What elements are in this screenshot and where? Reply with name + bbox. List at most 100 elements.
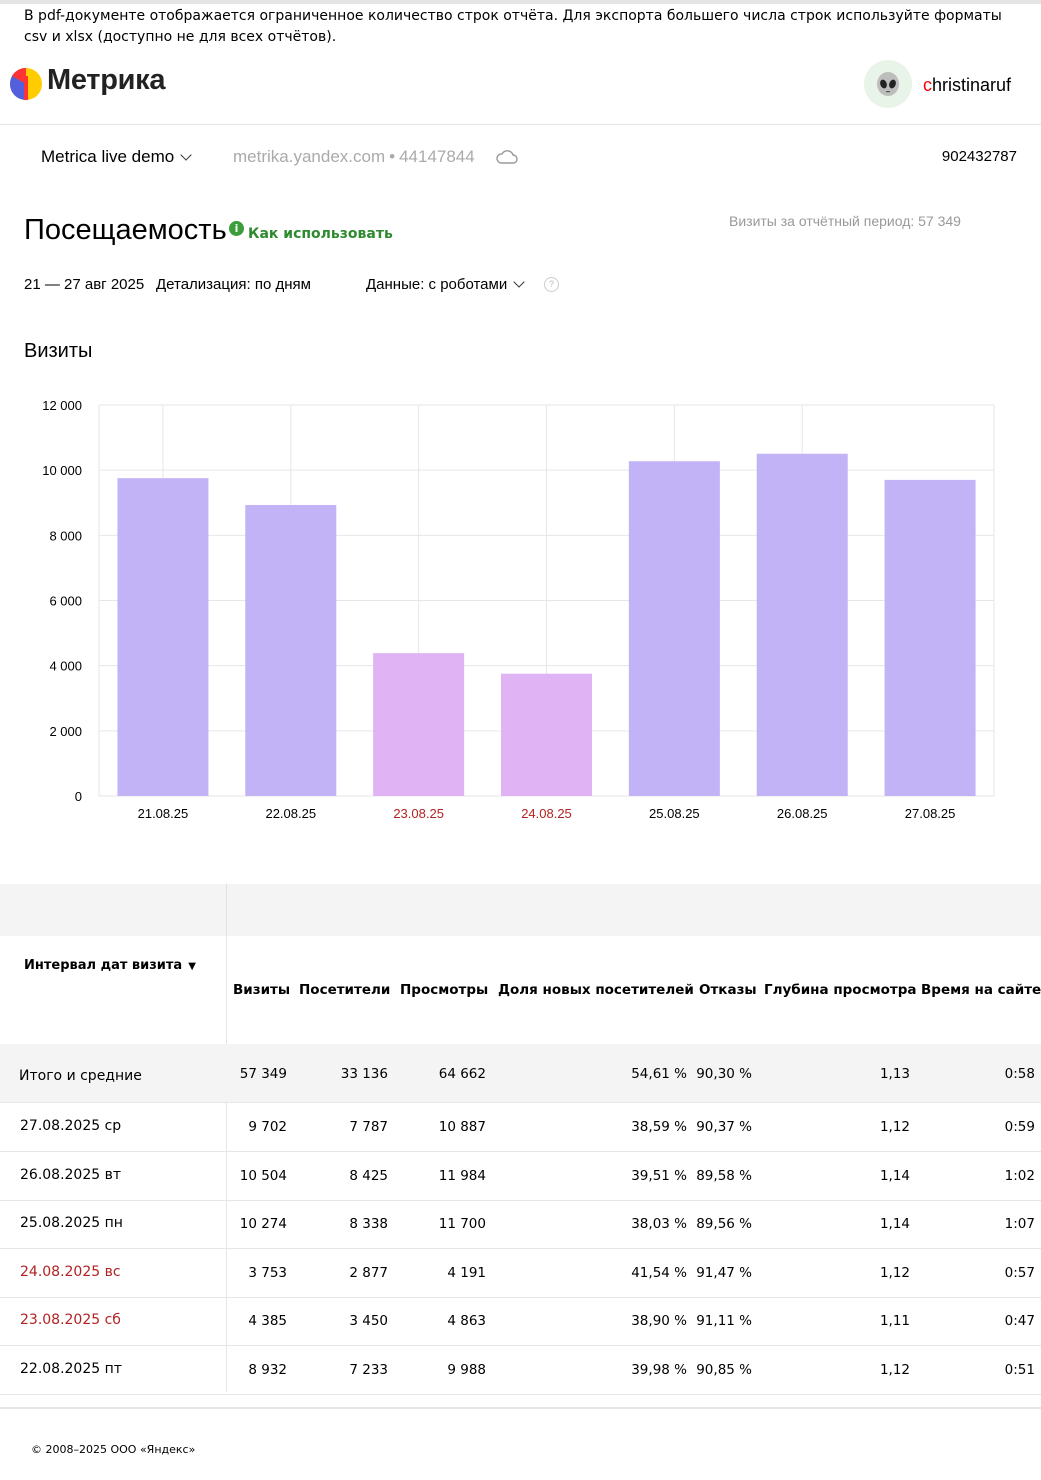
x-tick-label: 24.08.25 (521, 806, 572, 821)
username[interactable]: christinaruf (923, 75, 1011, 96)
table-cell: 1,11 (879, 1313, 910, 1329)
table-cell: 1:07 (1004, 1216, 1035, 1232)
table-row[interactable]: 23.08.2025 сб 4 385 3 450 4 863 38,90 % 91,11… (0, 1297, 1041, 1346)
username-first-letter: c (923, 75, 932, 95)
username-rest: hristinaruf (932, 75, 1012, 95)
table-cell: 4 863 (447, 1313, 486, 1329)
table-cell: 38,03 % (631, 1216, 687, 1232)
robots-selector[interactable]: Данные: с роботами (366, 276, 525, 293)
counter-id: 44147844 (399, 147, 475, 166)
visits-bar-chart: 0 2 000 4 000 6 000 8 000 10 000 12 000 21.08.2… (42, 398, 995, 821)
chart-title: Визиты (24, 340, 93, 362)
visits-total: Визиты за отчётный период: 57 349 (729, 213, 961, 229)
bar[interactable] (756, 453, 848, 796)
bar[interactable] (884, 479, 976, 796)
table-cell: 4 385 (248, 1313, 287, 1329)
bar[interactable] (373, 653, 465, 796)
table-row[interactable]: 22.08.2025 пт 8 932 7 233 9 988 39,98 % 90,85… (0, 1346, 1041, 1395)
footer-divider (0, 1407, 1041, 1409)
bar[interactable] (117, 478, 209, 796)
x-tick-label: 27.08.25 (905, 806, 956, 821)
column-header[interactable]: Просмотры (400, 982, 488, 998)
column-header[interactable]: Посетители (299, 982, 390, 998)
table-cell: 11 984 (438, 1167, 486, 1184)
table-cell: 2 877 (349, 1264, 388, 1281)
column-header[interactable]: Отказы (699, 982, 757, 998)
table-cell: 0:58 (1004, 1066, 1035, 1082)
table-cell: 39,98 % (631, 1361, 687, 1378)
y-tick-label: 4 000 (49, 659, 82, 674)
table-cell: 9 988 (447, 1361, 486, 1378)
table-cell: 8 425 (349, 1167, 388, 1184)
y-tick-label: 0 (75, 789, 82, 804)
table-cell: 0:47 (1004, 1313, 1035, 1329)
table-cell: 64 662 (438, 1066, 486, 1082)
chevron-down-icon (180, 149, 192, 161)
metrika-logo-icon[interactable] (10, 68, 42, 100)
table-row[interactable]: 26.08.2025 вт 10 504 8 425 11 984 39,51 % 89,… (0, 1152, 1041, 1201)
y-tick-label: 6 000 (49, 594, 82, 609)
table-cell: 90,30 % (696, 1066, 752, 1082)
x-tick-label: 25.08.25 (649, 806, 700, 821)
table-cell: 1,14 (879, 1167, 910, 1184)
logo-text[interactable]: Метрика (47, 64, 166, 97)
table-cell: 10 274 (239, 1216, 287, 1232)
counter-selector[interactable]: Metrica live demo (41, 147, 192, 167)
table-row[interactable]: 25.08.2025 пн 10 274 8 338 11 700 38,03 % 89,… (0, 1200, 1041, 1249)
table-cell: 4 191 (447, 1264, 486, 1281)
sort-arrow-icon[interactable]: ▼ (188, 961, 196, 972)
table-cell: 3 450 (349, 1313, 388, 1329)
page-title: Посещаемость (24, 214, 227, 246)
table-cell: 39,51 % (631, 1167, 687, 1184)
table-cell: 90,85 % (696, 1361, 752, 1378)
x-tick-label: 22.08.25 (265, 806, 316, 821)
avatar[interactable] (864, 60, 912, 108)
howto-link[interactable]: i Как использовать (229, 220, 393, 242)
column-header[interactable]: Доля новых посетителей (498, 982, 694, 998)
table-cell: 33 136 (340, 1066, 388, 1082)
table-cell: 1,14 (879, 1216, 910, 1232)
alien-icon (877, 72, 899, 96)
help-icon[interactable]: ? (544, 277, 559, 292)
table-cell: 89,58 % (696, 1167, 752, 1184)
table-cell: 89,56 % (696, 1216, 752, 1232)
table-cell: 91,11 % (696, 1313, 752, 1329)
row-label: 23.08.2025 сб (20, 1312, 121, 1328)
cloud-icon (496, 150, 518, 164)
top-divider (0, 0, 1041, 4)
counter-separator: • (389, 147, 396, 166)
table-cell: 1,12 (879, 1264, 910, 1281)
info-icon: i (229, 221, 244, 236)
table-cell: 8 338 (349, 1216, 388, 1232)
detail-selector[interactable]: Детализация: по дням (156, 276, 311, 293)
table-cell: 7 233 (349, 1361, 388, 1378)
table-cell: 91,47 % (696, 1264, 752, 1281)
row-label: 24.08.2025 вс (20, 1263, 121, 1280)
counter-bar: Metrica live demo metrika.yandex.com • 441… (0, 140, 1041, 176)
column-header[interactable]: Глубина просмотра (764, 982, 917, 998)
table-cell: 8 932 (248, 1361, 287, 1378)
table-cell: 3 753 (248, 1264, 287, 1281)
table-cell: 1,12 (879, 1119, 910, 1135)
dimension-header-label: Интервал дат визита (24, 958, 183, 973)
table-row[interactable]: 27.08.2025 ср 9 702 7 787 10 887 38,59 % 90,3… (0, 1103, 1041, 1152)
bar[interactable] (245, 504, 337, 796)
bar[interactable] (501, 673, 592, 796)
date-range[interactable]: 21 — 27 авг 2025 (24, 276, 144, 293)
counter-site-info: metrika.yandex.com • 44147844 (233, 147, 475, 167)
y-tick-label: 12 000 (42, 398, 82, 413)
robots-label: Данные: с роботами (366, 276, 508, 293)
row-label: 22.08.2025 пт (20, 1360, 122, 1377)
totals-row[interactable]: Итого и средние 57 349 33 136 64 662 54,61 %… (0, 1044, 1041, 1103)
y-tick-label: 8 000 (49, 528, 82, 543)
counter-name: Metrica live demo (41, 147, 175, 166)
dimension-header[interactable]: Интервал дат визита ▼ (24, 958, 196, 973)
column-header[interactable]: Визиты (233, 982, 290, 998)
report-filters: 21 — 27 авг 2025 Детализация: по дням Да… (24, 276, 559, 293)
chevron-down-icon (513, 276, 525, 288)
x-tick-label: 21.08.25 (138, 806, 189, 821)
table-row[interactable]: 24.08.2025 вс 3 753 2 877 4 191 41,54 % 91,47… (0, 1249, 1041, 1298)
user-id: 902432787 (941, 148, 1017, 165)
bar[interactable] (628, 461, 720, 796)
column-header[interactable]: Время на сайте (921, 982, 1041, 998)
